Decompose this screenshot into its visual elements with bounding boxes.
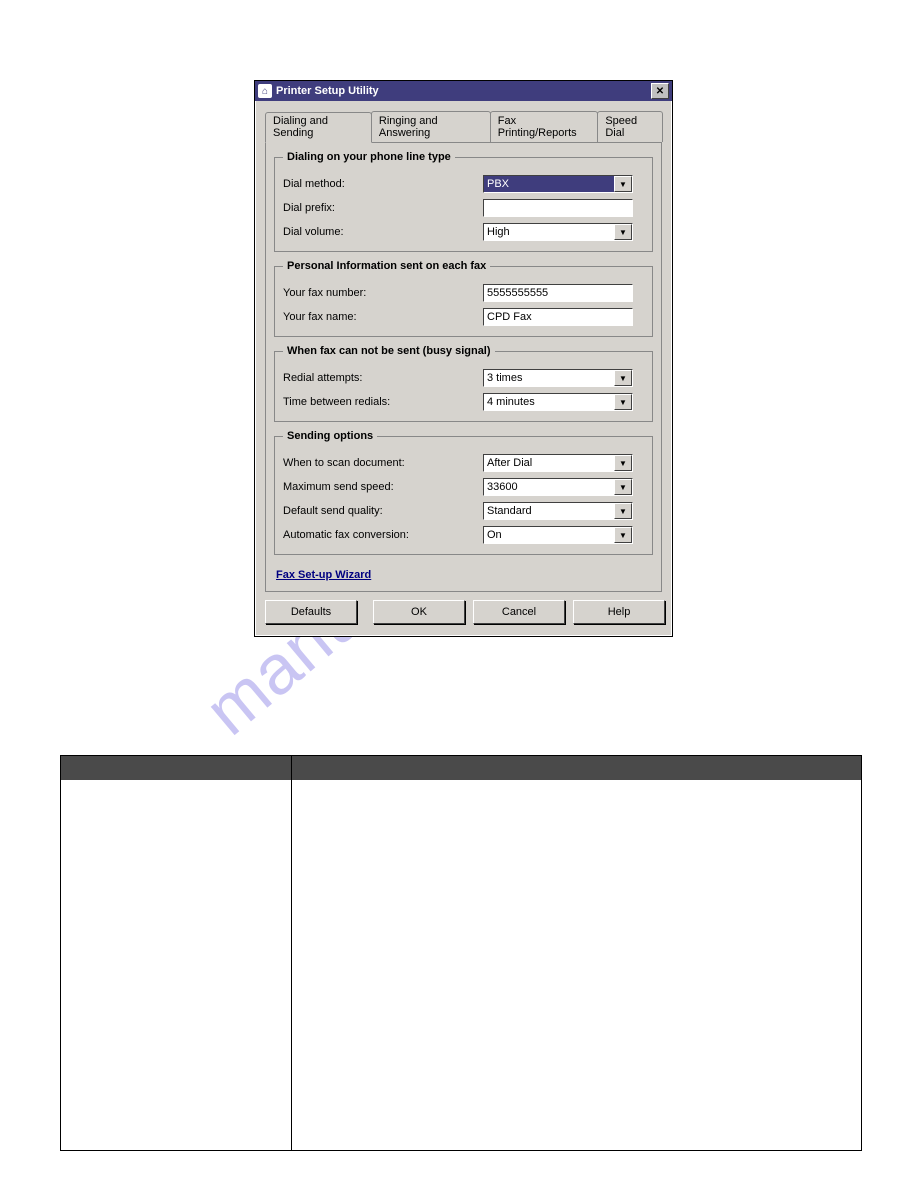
max-speed-select[interactable]: 33600 ▼ (483, 478, 633, 496)
dialog-button-row: Defaults OK Cancel Help (265, 592, 662, 624)
app-icon: ⌂ (258, 84, 272, 98)
when-scan-select[interactable]: After Dial ▼ (483, 454, 633, 472)
time-between-select[interactable]: 4 minutes ▼ (483, 393, 633, 411)
table-header-col2 (292, 756, 861, 780)
fax-name-label: Your fax name: (283, 311, 483, 323)
table-header-col1 (61, 756, 292, 780)
quality-label: Default send quality: (283, 505, 483, 517)
auto-conv-label: Automatic fax conversion: (283, 529, 483, 541)
table-body-col2 (292, 780, 861, 1150)
group-busy-signal: When fax can not be sent (busy signal) R… (274, 345, 653, 422)
chevron-down-icon: ▼ (614, 455, 632, 471)
group-dialing-legend: Dialing on your phone line type (283, 151, 455, 163)
chevron-down-icon: ▼ (614, 503, 632, 519)
quality-value: Standard (484, 503, 614, 519)
tab-speed-dial[interactable]: Speed Dial (597, 111, 663, 142)
dial-prefix-label: Dial prefix: (283, 202, 483, 214)
quality-select[interactable]: Standard ▼ (483, 502, 633, 520)
tab-panel: Dialing on your phone line type Dial met… (265, 142, 662, 592)
dial-method-select[interactable]: PBX ▼ (483, 175, 633, 193)
titlebar: ⌂ Printer Setup Utility ✕ (255, 81, 672, 101)
redial-attempts-select[interactable]: 3 times ▼ (483, 369, 633, 387)
when-scan-value: After Dial (484, 455, 614, 471)
help-button[interactable]: Help (573, 600, 665, 624)
fax-number-input[interactable]: 5555555555 (483, 284, 633, 302)
fax-name-input[interactable]: CPD Fax (483, 308, 633, 326)
table-body-col1 (61, 780, 292, 1150)
dial-method-value: PBX (484, 176, 614, 192)
redial-attempts-label: Redial attempts: (283, 372, 483, 384)
time-between-label: Time between redials: (283, 396, 483, 408)
group-sending-legend: Sending options (283, 430, 377, 442)
group-sending-options: Sending options When to scan document: A… (274, 430, 653, 555)
fax-setup-wizard-link[interactable]: Fax Set-up Wizard (276, 569, 371, 581)
tab-fax-printing-reports[interactable]: Fax Printing/Reports (490, 111, 599, 142)
dial-volume-label: Dial volume: (283, 226, 483, 238)
window-title: Printer Setup Utility (276, 85, 651, 97)
defaults-button[interactable]: Defaults (265, 600, 357, 624)
chevron-down-icon: ▼ (614, 224, 632, 240)
tab-ringing-answering[interactable]: Ringing and Answering (371, 111, 491, 142)
chevron-down-icon: ▼ (614, 370, 632, 386)
group-personal-info: Personal Information sent on each fax Yo… (274, 260, 653, 337)
group-dialing: Dialing on your phone line type Dial met… (274, 151, 653, 252)
close-button[interactable]: ✕ (651, 83, 669, 99)
dialog-body: Dialing and Sending Ringing and Answerin… (255, 101, 672, 636)
redial-attempts-value: 3 times (484, 370, 614, 386)
group-busy-legend: When fax can not be sent (busy signal) (283, 345, 495, 357)
auto-conv-value: On (484, 527, 614, 543)
chevron-down-icon: ▼ (614, 176, 632, 192)
ok-button[interactable]: OK (373, 600, 465, 624)
table-header (61, 756, 861, 780)
dial-method-label: Dial method: (283, 178, 483, 190)
dial-prefix-input[interactable] (483, 199, 633, 217)
chevron-down-icon: ▼ (614, 479, 632, 495)
chevron-down-icon: ▼ (614, 394, 632, 410)
cancel-button[interactable]: Cancel (473, 600, 565, 624)
max-speed-label: Maximum send speed: (283, 481, 483, 493)
dial-volume-value: High (484, 224, 614, 240)
max-speed-value: 33600 (484, 479, 614, 495)
printer-setup-dialog: ⌂ Printer Setup Utility ✕ Dialing and Se… (254, 80, 673, 637)
reference-table (60, 755, 862, 1151)
auto-conv-select[interactable]: On ▼ (483, 526, 633, 544)
tab-strip: Dialing and Sending Ringing and Answerin… (265, 111, 662, 143)
chevron-down-icon: ▼ (614, 527, 632, 543)
group-personal-legend: Personal Information sent on each fax (283, 260, 490, 272)
when-scan-label: When to scan document: (283, 457, 483, 469)
tab-dialing-sending[interactable]: Dialing and Sending (265, 112, 372, 143)
table-body (61, 780, 861, 1150)
dial-volume-select[interactable]: High ▼ (483, 223, 633, 241)
time-between-value: 4 minutes (484, 394, 614, 410)
fax-number-label: Your fax number: (283, 287, 483, 299)
